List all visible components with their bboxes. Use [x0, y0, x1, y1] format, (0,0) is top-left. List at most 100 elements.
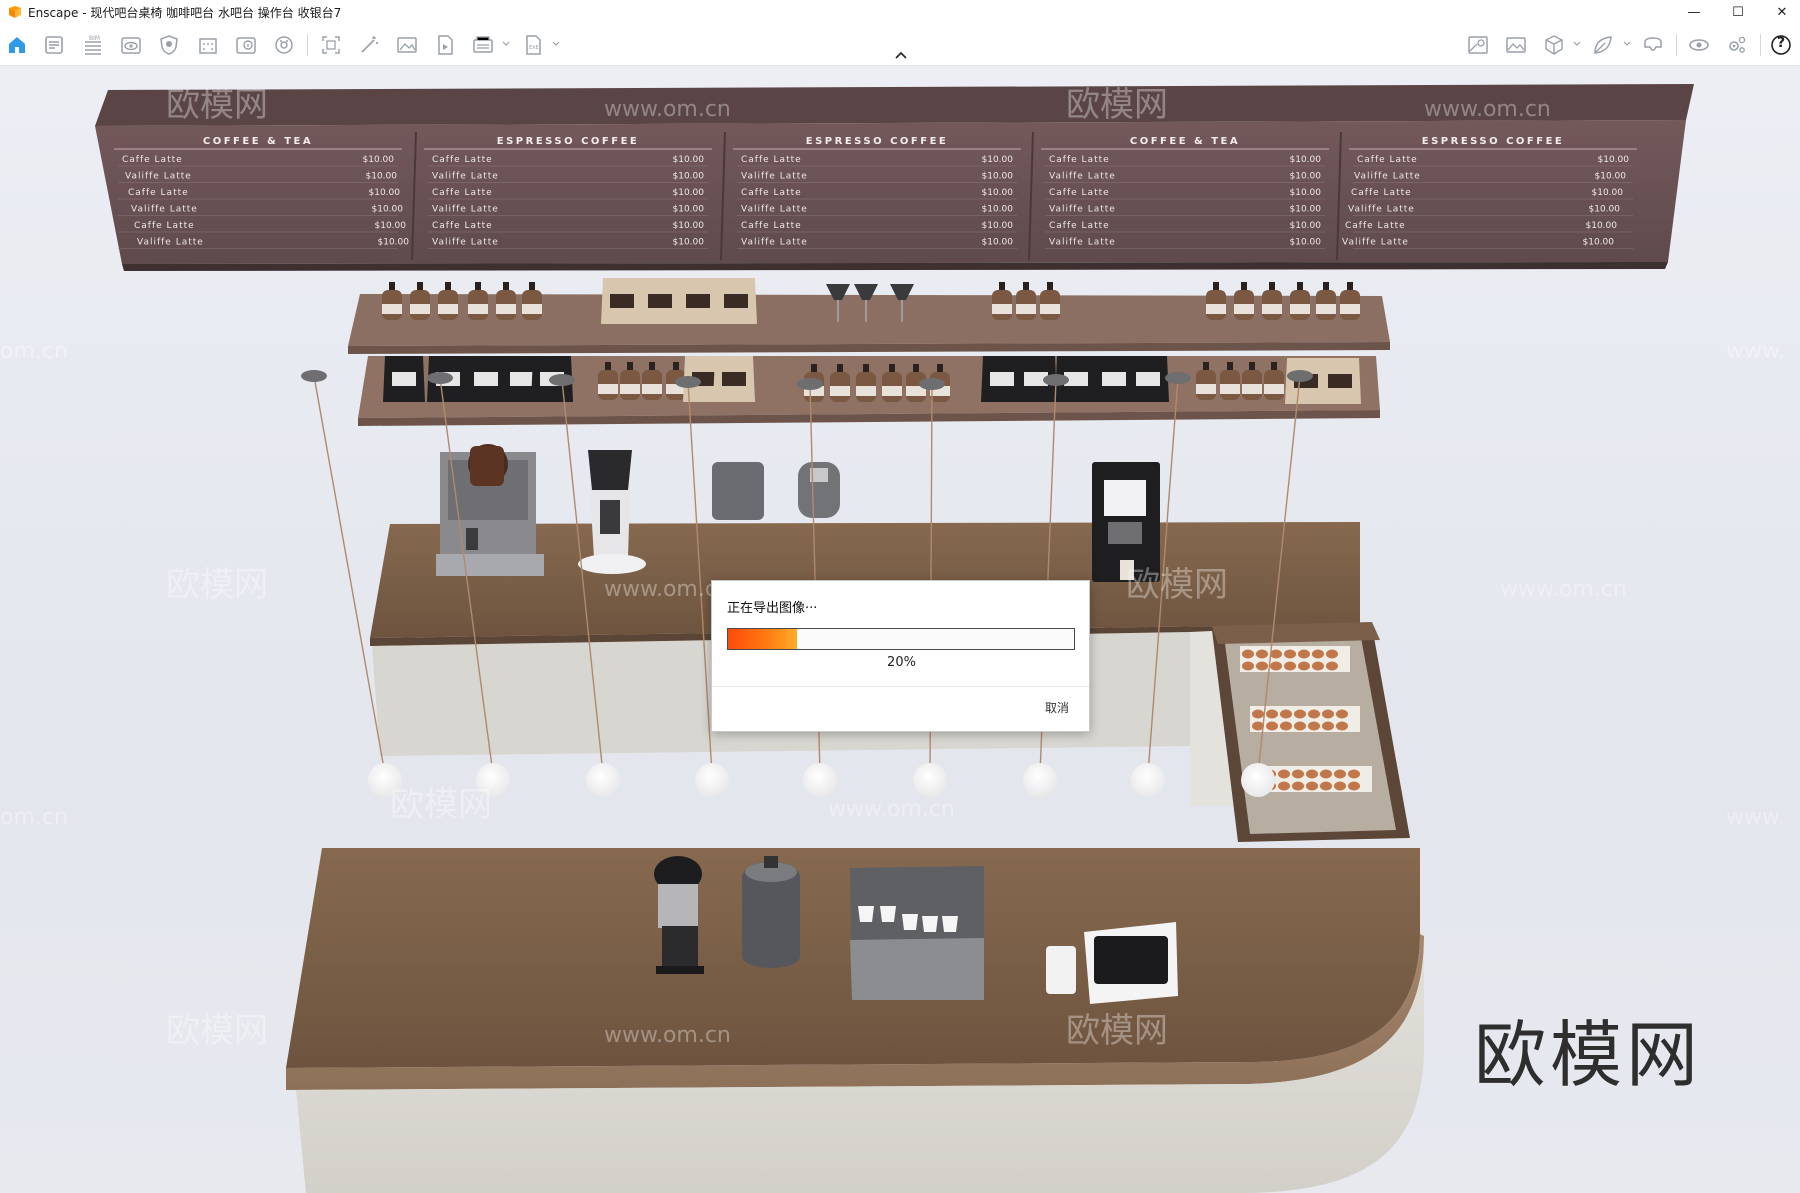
bottle-label: [1220, 384, 1240, 394]
menu-item-name: Caffe Latte: [1351, 188, 1412, 198]
chevron-down-icon[interactable]: [1572, 38, 1582, 50]
screenshot-icon[interactable]: [318, 32, 344, 58]
batch-render-icon[interactable]: [470, 32, 496, 58]
menu-item-price: $10.00: [372, 205, 404, 215]
pastry: [1306, 769, 1318, 779]
pendant-globe: [803, 763, 837, 797]
shield-icon[interactable]: [156, 32, 182, 58]
menu-item-name: Valiffe Latte: [1049, 172, 1116, 182]
export-icon[interactable]: EXE: [520, 32, 546, 58]
menu-item-price: $10.00: [1583, 238, 1615, 248]
pastry: [1256, 661, 1268, 671]
bottle-cap: [1323, 282, 1329, 290]
leaf-icon[interactable]: [1590, 32, 1616, 58]
menu-item-name: Valiffe Latte: [125, 172, 192, 182]
enscape-logo-icon: [9, 6, 21, 18]
coffee-bag-label: [990, 372, 1014, 386]
bottle-cap: [475, 282, 481, 290]
watermark-url-partial: www.: [1726, 805, 1785, 830]
ceiling-canopy: [427, 372, 453, 384]
pastry: [1336, 709, 1348, 719]
help-icon[interactable]: ?: [1768, 32, 1794, 58]
ceiling-canopy: [549, 374, 575, 386]
settings-icon[interactable]: [1724, 32, 1750, 58]
menu-item-name: Valiffe Latte: [432, 172, 499, 182]
bottle-cap: [529, 282, 535, 290]
espresso-machine: [436, 444, 544, 576]
menu-item-name: Caffe Latte: [741, 155, 802, 165]
pastry: [1308, 709, 1320, 719]
pastry: [1270, 649, 1282, 659]
menu-item-name: Caffe Latte: [741, 221, 802, 231]
watermark-url-partial: om.cn: [0, 805, 68, 830]
minimize-button[interactable]: —: [1672, 0, 1716, 24]
vr-headset-icon[interactable]: [1640, 32, 1666, 58]
chevron-down-icon[interactable]: [1622, 38, 1632, 50]
bottle-label: [992, 304, 1012, 314]
image-icon[interactable]: [394, 32, 420, 58]
menu-item-name: Valiffe Latte: [741, 238, 808, 248]
bottle-label: [1196, 384, 1216, 394]
coffee-cup: [942, 916, 958, 932]
menu-item-name: Valiffe Latte: [1049, 238, 1116, 248]
pastry: [1298, 649, 1310, 659]
menu-item-price: $10.00: [378, 238, 410, 248]
menu-item-name: Valiffe Latte: [741, 205, 808, 215]
watermark-logo: 欧模网: [166, 565, 268, 605]
water-dispenser: [712, 462, 840, 520]
chevron-down-icon[interactable]: [501, 38, 511, 50]
document-icon[interactable]: [41, 32, 67, 58]
video-icon[interactable]: [432, 32, 458, 58]
menu-item-price: $10.00: [673, 172, 705, 182]
bim-icon[interactable]: BIM: [80, 32, 106, 58]
watermark-url: www.om.cn: [1424, 97, 1551, 122]
menu-item-price: $10.00: [673, 188, 705, 198]
eye-icon[interactable]: [118, 32, 144, 58]
menu-column-heading: COFFEE & TEA: [1130, 136, 1240, 147]
info-panel-icon[interactable]: [233, 32, 259, 58]
coffee-cup: [880, 906, 896, 922]
building-icon[interactable]: [195, 32, 221, 58]
render-viewport[interactable]: COFFEE & TEA Caffe Latte $10.00 Valiffe Lat…: [0, 66, 1800, 1193]
bottle-label: [642, 384, 662, 394]
cube-icon[interactable]: [1541, 32, 1567, 58]
pastry: [1278, 781, 1290, 791]
coffee-bag-label: [648, 294, 672, 308]
magic-wand-icon[interactable]: [356, 32, 382, 58]
bottle-cap: [1347, 282, 1353, 290]
preview-eye-icon[interactable]: [1686, 32, 1712, 58]
progress-fill: [728, 629, 798, 649]
menu-item-name: Valiffe Latte: [1348, 205, 1415, 215]
bottle-label: [410, 304, 430, 314]
landscape-icon[interactable]: [1503, 32, 1529, 58]
pastry: [1326, 661, 1338, 671]
pendant-globe: [586, 763, 620, 797]
map-icon[interactable]: [1465, 32, 1491, 58]
pastry: [1284, 649, 1296, 659]
menu-item-name: Valiffe Latte: [1342, 238, 1409, 248]
pastry: [1312, 649, 1324, 659]
bottle-cap: [417, 282, 423, 290]
coffee-brewer: [742, 856, 800, 968]
ceiling-canopy: [1043, 374, 1069, 386]
bottle-label: [496, 304, 516, 314]
pastry: [1322, 721, 1334, 731]
menu-item-price: $10.00: [673, 238, 705, 248]
bottle-cap: [627, 362, 633, 370]
close-button[interactable]: ✕: [1760, 0, 1800, 24]
cancel-button[interactable]: 取消: [1045, 699, 1069, 716]
cup-rack: [850, 866, 984, 1000]
dialog-divider: [712, 686, 1089, 687]
collapse-toolbar-icon[interactable]: [893, 50, 909, 62]
menu-column-heading: ESPRESSO COFFEE: [497, 136, 640, 147]
palette-icon[interactable]: [271, 32, 297, 58]
maximize-button[interactable]: ☐: [1716, 0, 1760, 24]
pendant-globe: [695, 763, 729, 797]
menu-item-price: $10.00: [1290, 238, 1322, 248]
home-icon[interactable]: [4, 32, 30, 58]
pendant-globe: [1131, 763, 1165, 797]
bottle-cap: [837, 364, 843, 372]
pastry: [1334, 781, 1346, 791]
bottle-label: [522, 304, 542, 314]
chevron-down-icon[interactable]: [551, 38, 561, 50]
